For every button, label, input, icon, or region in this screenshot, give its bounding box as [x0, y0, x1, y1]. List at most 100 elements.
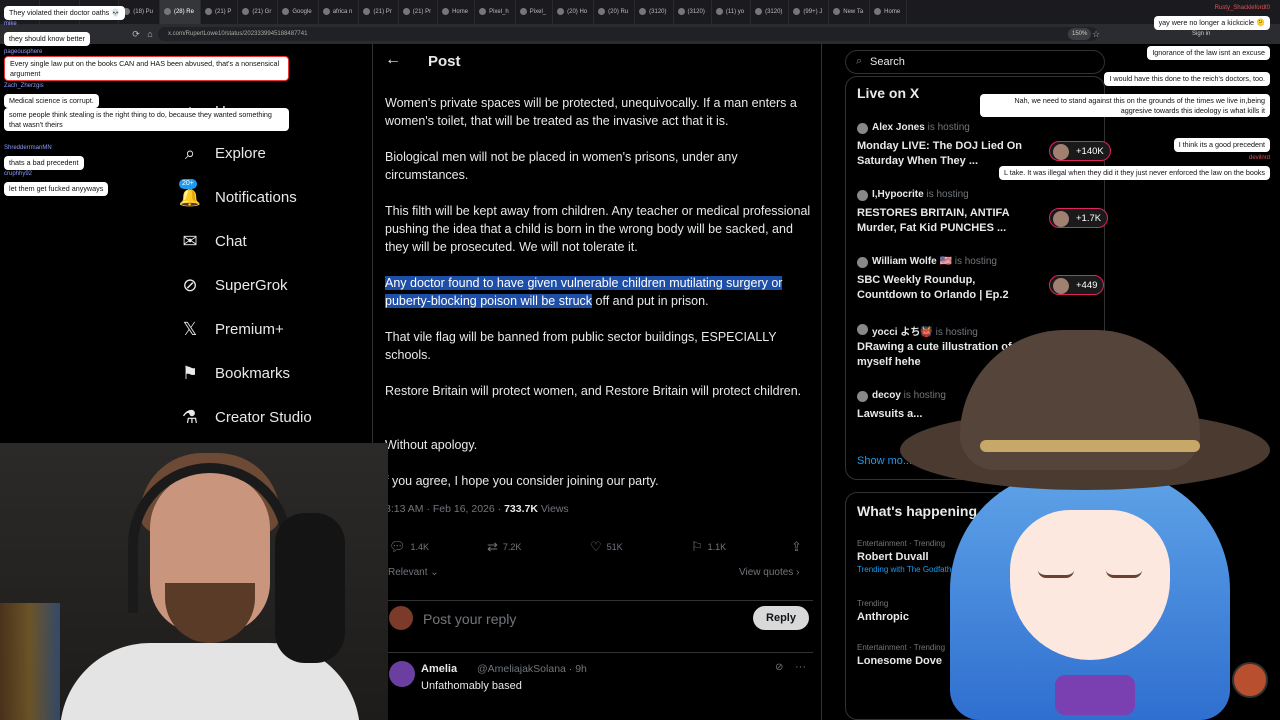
tab-favicon-icon — [557, 7, 565, 15]
space-host-name: William Wolfe 🇺🇸 — [872, 256, 952, 267]
browser-tab[interactable]: (21) Pr — [399, 0, 439, 24]
sidebar-item-bookmarks[interactable]: ⚑ Bookmarks — [175, 358, 290, 388]
trend-item[interactable]: Trending Anthropic — [857, 599, 1087, 623]
post-column: ← Post Women's private spaces will be pr… — [372, 44, 822, 720]
live-space-item[interactable]: yocci よち👹 is hosting DRawing a cute illus… — [857, 322, 1097, 382]
post-paragraph: Without apology. — [385, 438, 478, 452]
live-space-item[interactable]: decoy is hosting Lawsuits a... — [857, 389, 1097, 449]
space-title[interactable]: RESTORES BRITAIN, ANTIFA Murder, Fat Kid… — [857, 206, 1027, 236]
live-space-item[interactable]: William Wolfe 🇺🇸 is hosting SBC Weekly Ro… — [857, 255, 1105, 315]
space-title[interactable]: SBC Weekly Roundup, Countdown to Orlando… — [857, 273, 1027, 303]
post-time[interactable]: 3:13 AM · Feb 16, 2026 · — [385, 503, 504, 515]
reload-icon[interactable]: ⟳ — [130, 28, 142, 40]
reply-item[interactable]: Amelia @AmeliajakSolana · 9h Unfathomabl… — [385, 652, 813, 712]
space-host[interactable]: yocci よち👹 is hosting — [872, 323, 978, 338]
browser-tab[interactable]: (21) Gr — [238, 0, 279, 24]
browser-tab[interactable]: africa n — [319, 0, 360, 24]
browser-tab[interactable]: New Ta — [829, 0, 871, 24]
tab-label: Google — [292, 9, 312, 15]
trend-category: Entertainment · Trending — [857, 643, 946, 652]
reply-action[interactable]: 💬︎ 1.4K — [389, 539, 429, 555]
sort-relevant-dropdown[interactable]: Relevant ⌄ — [388, 567, 439, 578]
chat-text: They violated their doctor oaths 💀 — [4, 6, 126, 20]
sidebar-item-notifications[interactable]: 🔔 20+ Notifications — [175, 178, 297, 212]
sidebar-item-label: Chat — [215, 232, 247, 250]
tab-favicon-icon — [282, 7, 290, 15]
trend-item[interactable]: Entertainment · Trending Robert Duvall Tre… — [857, 539, 1087, 574]
space-title[interactable]: DRawing a cute illustration of myself he… — [857, 340, 1027, 370]
browser-tab[interactable]: (21) Pr — [359, 0, 399, 24]
browser-tab[interactable]: (28) Re — [159, 0, 201, 24]
heart-icon: ♡ — [590, 539, 602, 554]
sidebar-item-label: Explore — [215, 144, 266, 162]
chat-text: some people think stealing is the right … — [4, 108, 289, 131]
browser-tab[interactable]: (3120) — [674, 0, 712, 24]
avatar — [857, 324, 868, 335]
browser-tab[interactable]: Pixel_h — [475, 0, 516, 24]
like-action[interactable]: ♡ 51K — [590, 539, 623, 555]
reply-button[interactable]: Reply — [753, 606, 809, 630]
space-host[interactable]: Alex Jones is hosting — [872, 122, 970, 133]
tab-favicon-icon — [322, 7, 330, 15]
browser-tab[interactable]: (18) Pu — [119, 0, 160, 24]
show-more-link[interactable]: Show mo... — [857, 455, 912, 467]
star-icon[interactable]: ☆ — [1090, 28, 1102, 40]
bookmark-action[interactable]: ⚐ 1.1K — [691, 539, 726, 555]
space-host[interactable]: I,Hypocrite is hosting — [872, 189, 969, 200]
back-arrow-icon[interactable]: ← — [385, 51, 401, 69]
space-title[interactable]: Lawsuits a... — [857, 407, 1027, 422]
search-placeholder: Search — [870, 56, 905, 68]
repost-action[interactable]: ⇄ 7.2K — [487, 539, 521, 555]
tab-favicon-icon — [833, 7, 841, 15]
reply-composer: Post your reply Reply — [385, 600, 813, 636]
browser-tab[interactable]: (3120) — [751, 0, 790, 24]
reply-author-name[interactable]: Amelia — [421, 663, 457, 675]
sidebar-item-creator-studio[interactable]: ⚗ Creator Studio — [175, 402, 312, 432]
reply-author-handle[interactable]: @AmeliajakSolana · 9h — [477, 663, 587, 675]
live-space-item[interactable]: I,Hypocrite is hosting RESTORES BRITAIN, … — [857, 188, 1109, 248]
sidebar-item-chat[interactable]: ✉ Chat — [175, 226, 247, 256]
more-icon[interactable]: ··· — [795, 661, 806, 673]
avatar[interactable] — [389, 661, 415, 687]
browser-tab[interactable]: Home — [438, 0, 476, 24]
browser-tab[interactable]: (99+) J — [789, 0, 830, 24]
space-host[interactable]: decoy is hosting — [872, 390, 946, 401]
browser-tab[interactable]: (20) Ho — [553, 0, 595, 24]
listener-count[interactable]: +1.7K — [1049, 208, 1109, 228]
chat-message: Nah, we need to stand against this on th… — [980, 94, 1270, 118]
chat-message: devilnrd L take. It was illegal when they… — [998, 154, 1270, 180]
tab-favicon-icon — [755, 7, 763, 15]
share-action[interactable]: ⇪ — [791, 539, 807, 555]
sidebar-item-supergrok[interactable]: ⊘ SuperGrok — [175, 270, 288, 300]
browser-tab[interactable]: Google — [278, 0, 319, 24]
trend-context-link[interactable]: The Godfather — [907, 565, 959, 574]
chat-message: Rusty_Shacklefordt0 yay were no longer a … — [1153, 4, 1270, 30]
zoom-badge[interactable]: 150% — [1068, 28, 1092, 40]
post-paragraph: Restore Britain will protect women, and … — [385, 384, 802, 398]
hosting-label: is hosting — [900, 390, 946, 401]
browser-tab[interactable]: Pixel_ — [516, 0, 554, 24]
browser-tab[interactable]: (11) yo — [712, 0, 752, 24]
tab-favicon-icon — [715, 7, 723, 15]
space-host-name: yocci よち👹 — [872, 327, 933, 338]
sidebar-item-premium[interactable]: 𝕏 Premium+ — [175, 314, 284, 344]
url-field[interactable]: x.com/RupertLowe10/status/20233399451884… — [158, 27, 1098, 41]
browser-tab[interactable]: (3120) — [635, 0, 674, 24]
browser-tab[interactable]: Home — [870, 0, 908, 24]
sidebar-item-label: Creator Studio — [215, 408, 312, 426]
listener-count[interactable]: +449 — [1049, 275, 1105, 295]
chat-message: Zach_Zherzgis Medical science is corrupt. — [4, 82, 99, 108]
chat-text: they should know better — [4, 32, 90, 46]
grok-icon[interactable]: ⊘ — [775, 662, 783, 673]
view-quotes-link[interactable]: View quotes › — [739, 567, 799, 578]
reply-input[interactable]: Post your reply — [423, 611, 516, 627]
search-input[interactable]: ⌕ Search — [845, 50, 1105, 74]
browser-tab[interactable]: (21) P — [201, 0, 239, 24]
site-info-icon[interactable]: ⌂ — [144, 28, 156, 40]
sidebar-item-label: SuperGrok — [215, 276, 288, 294]
trend-item[interactable]: Entertainment · Trending Lonesome Dove — [857, 643, 1087, 667]
sidebar-item-explore[interactable]: ⌕ Explore — [175, 138, 266, 168]
listener-count-label: +1.7K — [1076, 213, 1102, 224]
space-host[interactable]: William Wolfe 🇺🇸 is hosting — [872, 256, 997, 267]
browser-tab[interactable]: (20) Ru — [594, 0, 636, 24]
